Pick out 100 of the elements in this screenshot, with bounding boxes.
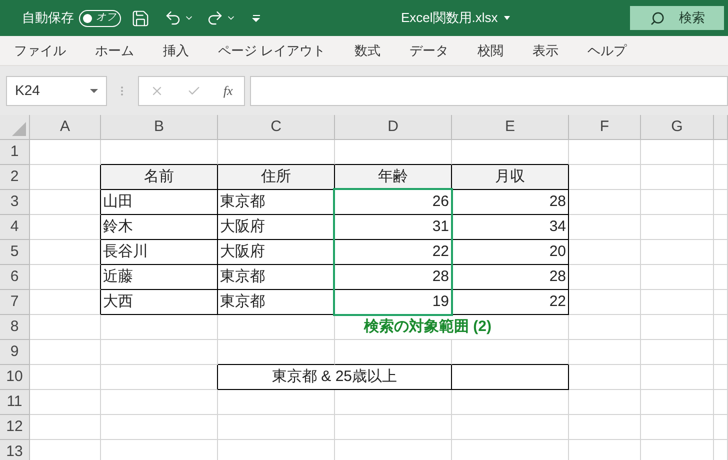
table-cell: 東京都 [218,290,335,315]
search-icon [650,10,665,26]
search-box[interactable]: 検索 [630,6,724,30]
range-note: 検索の対象範囲 (2) [364,316,492,337]
table-cell: 東京都 & 25歳以上 [218,365,452,390]
table-cell: 22 [452,290,569,315]
table-cell: 28 [452,265,569,290]
sheet-cell [30,140,101,165]
table-cell: 34 [452,215,569,240]
ribbon-tab[interactable]: 数式 [354,40,381,60]
table-cell: 大西 [101,290,218,315]
column-header[interactable]: D [335,115,452,140]
column-header[interactable]: F [569,115,641,140]
row-header[interactable]: 7 [0,290,30,315]
table-cell: 長谷川 [101,240,218,265]
name-box[interactable]: K24 [6,76,107,106]
sheet-cell [714,365,728,390]
sheet-cell [569,140,641,165]
ribbon-tab[interactable]: ホーム [95,40,134,60]
table-cell: 住所 [218,165,335,190]
sheet-cell [30,215,101,240]
ribbon-tab[interactable]: データ [410,40,449,60]
sheet-cell [714,190,728,215]
sheet-cell [569,365,641,390]
sheet-cell [30,290,101,315]
ribbon-tab[interactable]: ページ レイアウト [218,40,326,60]
sheet-cell [714,140,728,165]
table-cell: 31 [335,215,452,240]
row-header[interactable]: 8 [0,315,30,340]
sheet-cell [714,340,728,365]
table-cell: 22 [335,240,452,265]
table-cell: 19 [335,290,452,315]
row-header[interactable]: 10 [0,365,30,390]
row-header[interactable]: 12 [0,415,30,440]
file-name[interactable]: Excel関数用.xlsx [401,8,498,28]
ribbon-tab[interactable]: ファイル [14,40,66,60]
undo-icon[interactable] [164,9,182,27]
table-cell: 東京都 [218,265,335,290]
table-cell: 28 [452,190,569,215]
column-header[interactable]: C [218,115,335,140]
sheet-cell [569,165,641,190]
sheet-cell [569,340,641,365]
sheet-cell [714,415,728,440]
sheet-cell [714,165,728,190]
row-header[interactable]: 13 [0,440,30,460]
sheet-cell [569,190,641,215]
insert-function-button[interactable]: fx [223,80,233,100]
table-cell: 月収 [452,165,569,190]
sheet-cell [569,390,641,415]
row-header[interactable]: 2 [0,165,30,190]
sheet-cell [569,215,641,240]
sheet-cell [569,290,641,315]
table-cell: 28 [335,265,452,290]
row-header[interactable]: 1 [0,140,30,165]
sheet-cell [714,240,728,265]
column-header[interactable]: B [101,115,218,140]
column-header[interactable]: E [452,115,569,140]
table-cell: 20 [452,240,569,265]
table-cell: 年齢 [335,165,452,190]
customize-icon[interactable] [252,14,260,22]
save-icon[interactable] [131,8,150,28]
sheet-cell [30,190,101,215]
sheet-cell [30,415,101,440]
sheet-cell [714,315,728,340]
sheet-cell [569,265,641,290]
row-header[interactable]: 4 [0,215,30,240]
table-cell: 山田 [101,190,218,215]
sheet-cell [30,240,101,265]
caret-icon[interactable] [90,88,98,92]
column-header[interactable]: G [641,115,714,140]
row-header[interactable]: 3 [0,190,30,215]
sheet-cell [30,390,101,415]
autosave-label: 自動保存 [22,9,74,28]
sheet-cell [30,365,101,390]
row-header[interactable]: 11 [0,390,30,415]
ribbon-tab[interactable]: 表示 [532,40,559,60]
row-header[interactable]: 9 [0,340,30,365]
row-header[interactable]: 5 [0,240,30,265]
table-cell: 大阪府 [218,240,335,265]
column-header[interactable]: A [30,115,101,140]
table-cell: 大阪府 [218,215,335,240]
formula-input[interactable] [250,76,728,106]
sheet-cell [569,240,641,265]
table-cell: 鈴木 [101,215,218,240]
autosave-toggle[interactable]: オフ [79,10,121,26]
table-cell: 近藤 [101,265,218,290]
table-cell: 名前 [101,165,218,190]
row-header[interactable]: 6 [0,265,30,290]
sheet-cell [714,215,728,240]
sheet-cell [714,290,728,315]
sheet-cell [714,390,728,415]
table-cell: 26 [335,190,452,215]
sheet-cell [569,415,641,440]
table-cell: 東京都 [218,190,335,215]
sheet-cell [30,265,101,290]
ribbon-tab[interactable]: 校閲 [478,40,504,60]
redo-icon[interactable] [206,9,224,27]
ribbon-tab[interactable]: 挿入 [163,40,189,60]
ribbon-tab[interactable]: ヘルプ [588,40,627,60]
sheet-cell [30,315,101,340]
